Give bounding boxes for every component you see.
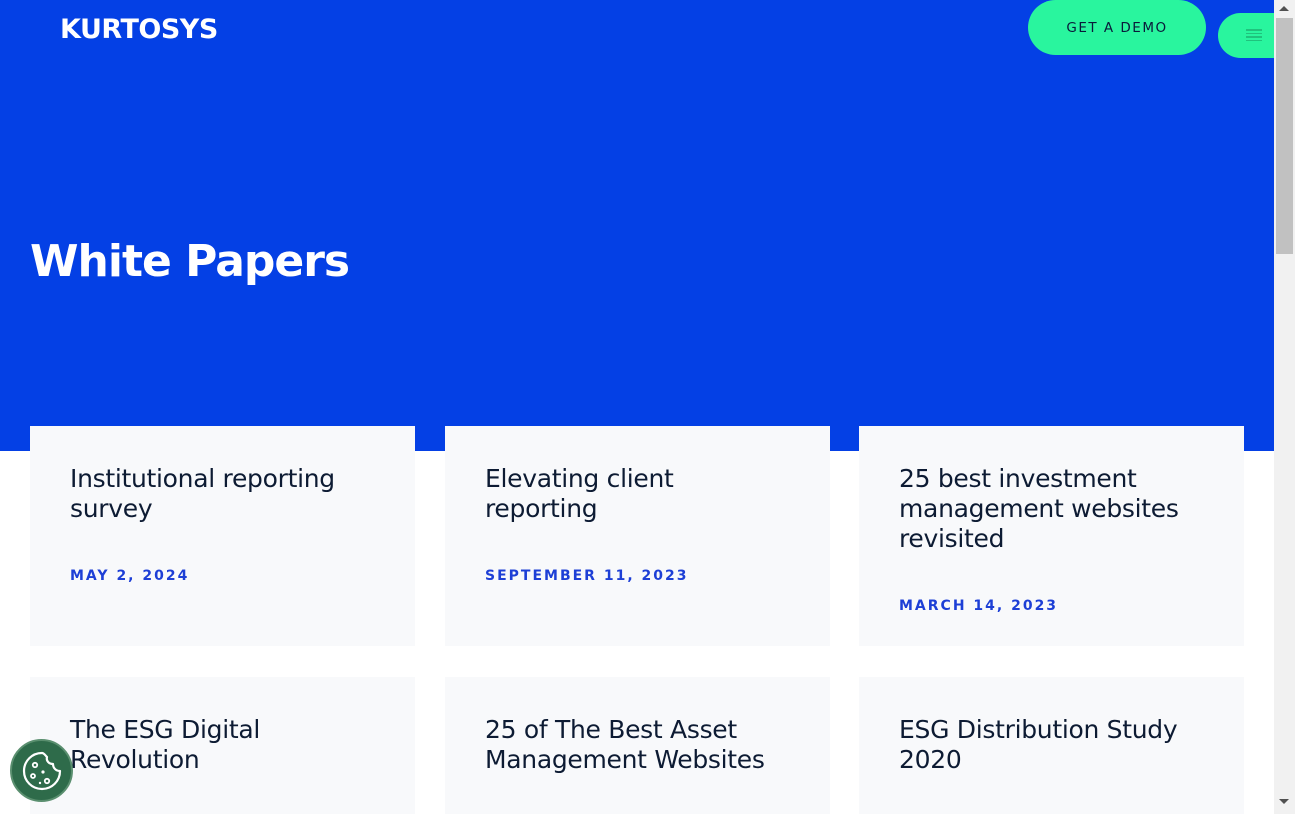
hero-banner: KURTOSYS GET A DEMO White Papers xyxy=(0,0,1295,451)
kurtosys-logo[interactable]: KURTOSYS xyxy=(60,14,218,45)
paper-title[interactable]: Elevating client reporting xyxy=(485,464,715,524)
page-title: White Papers xyxy=(30,236,350,287)
scrollbar-thumb[interactable] xyxy=(1276,18,1293,254)
hamburger-menu-icon xyxy=(1246,29,1262,41)
paper-date: MAY 2, 2024 xyxy=(70,568,190,584)
scroll-up-arrow-icon[interactable] xyxy=(1279,6,1289,11)
cookie-icon xyxy=(22,751,61,790)
paper-title[interactable]: 25 of The Best Asset Management Websites xyxy=(485,715,785,775)
paper-card[interactable]: 25 of The Best Asset Management Websites xyxy=(445,677,830,814)
paper-title[interactable]: ESG Distribution Study 2020 xyxy=(899,715,1199,775)
vertical-scrollbar[interactable] xyxy=(1274,0,1295,814)
cookie-settings-button[interactable] xyxy=(10,739,73,802)
get-a-demo-button[interactable]: GET A DEMO xyxy=(1028,0,1206,55)
paper-title[interactable]: The ESG Digital Revolution xyxy=(70,715,300,775)
paper-date: SEPTEMBER 11, 2023 xyxy=(485,568,689,584)
page: KURTOSYS GET A DEMO White Papers Institu… xyxy=(0,0,1295,814)
paper-title[interactable]: Institutional reporting survey xyxy=(70,464,370,524)
paper-card[interactable]: ESG Distribution Study 2020 xyxy=(859,677,1244,814)
paper-date: MARCH 14, 2023 xyxy=(899,598,1059,614)
paper-card[interactable]: The ESG Digital Revolution xyxy=(30,677,415,814)
paper-card[interactable]: Elevating client reporting SEPTEMBER 11,… xyxy=(445,426,830,646)
paper-card[interactable]: 25 best investment management websites r… xyxy=(859,426,1244,646)
paper-title[interactable]: 25 best investment management websites r… xyxy=(899,464,1209,554)
paper-card[interactable]: Institutional reporting survey MAY 2, 20… xyxy=(30,426,415,646)
scroll-down-arrow-icon[interactable] xyxy=(1279,799,1289,804)
